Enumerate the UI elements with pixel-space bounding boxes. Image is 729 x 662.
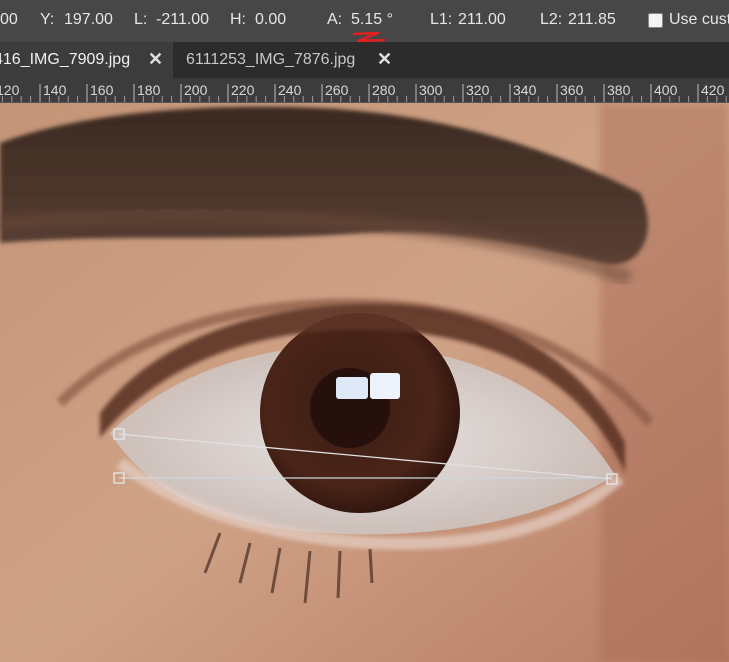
l2-value: 211.85	[568, 11, 616, 28]
ruler-tick-label: 300	[419, 82, 443, 98]
tab-img-7876[interactable]: 6111253_IMG_7876.jpg ✕	[174, 42, 404, 78]
ruler-tick-label: 160	[90, 82, 114, 98]
l2-label: L2:	[540, 11, 563, 28]
close-icon[interactable]: ✕	[377, 49, 392, 70]
ruler-tick-label: 120	[0, 82, 20, 98]
ruler-tick-label: 220	[231, 82, 255, 98]
ruler-tick-label: 180	[137, 82, 161, 98]
x-value: 00	[0, 11, 18, 28]
y-value: 197.00	[64, 11, 113, 28]
length-value: -211.00	[156, 11, 210, 28]
ruler-tick-label: 360	[560, 82, 584, 98]
eye-photo	[0, 103, 729, 662]
ruler-tick-label: 380	[607, 82, 631, 98]
angle-label: A:	[327, 11, 343, 28]
height-value: 0.00	[255, 11, 287, 28]
ruler-tick-label: 240	[278, 82, 302, 98]
ruler-tick-label: 200	[184, 82, 208, 98]
horizontal-ruler: 120 140 160 180 200 220 240 260 280 300 320 340 360 3…	[0, 78, 729, 103]
ruler-tick-label: 260	[325, 82, 349, 98]
l1-label: L1:	[430, 11, 453, 28]
length-label: L:	[134, 11, 148, 28]
image-canvas[interactable]	[0, 103, 729, 662]
use-custom-label: Use cust	[669, 11, 729, 28]
tab-img-7909[interactable]: 416_IMG_7909.jpg ✕	[0, 42, 173, 78]
tab-label: 6111253_IMG_7876.jpg	[186, 51, 356, 68]
angle-value: 5.15 °	[351, 11, 393, 28]
y-label: Y:	[40, 11, 55, 28]
close-icon[interactable]: ✕	[148, 49, 163, 70]
document-tabs: 416_IMG_7909.jpg ✕ 6111253_IMG_7876.jpg …	[0, 42, 729, 78]
ruler-tick-label: 320	[466, 82, 490, 98]
ruler-tick-label: 280	[372, 82, 396, 98]
ruler-tick-label: 420	[701, 82, 725, 98]
tab-label: 416_IMG_7909.jpg	[0, 51, 131, 68]
ruler-options-bar: 00 Y: 197.00 L: -211.00 H: 0.00 A: 5.15 …	[0, 0, 729, 43]
use-custom-checkbox[interactable]	[648, 13, 663, 28]
l1-value: 211.00	[458, 11, 506, 28]
ruler-tick-label: 400	[654, 82, 678, 98]
ruler-tick-label: 140	[43, 82, 67, 98]
height-label: H:	[230, 11, 246, 28]
ruler-ticks: 120 140 160 180 200 220 240 260 280 300 320 340 360 3…	[0, 82, 727, 102]
ruler-tick-label: 340	[513, 82, 537, 98]
